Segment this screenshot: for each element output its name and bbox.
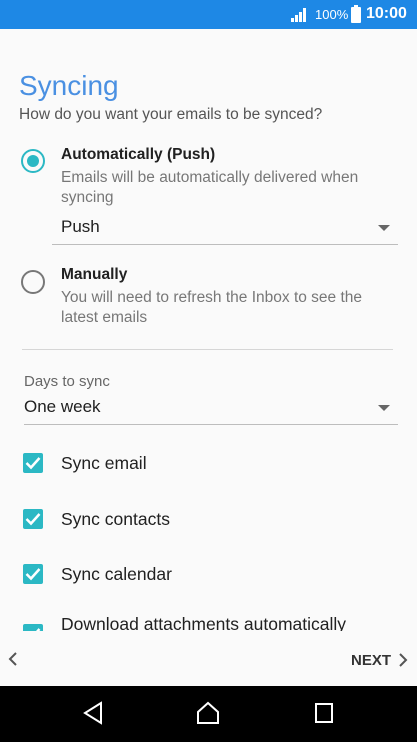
push-option-description: Emails will be automatically delivered w… [61,169,359,206]
days-to-sync-label: Days to sync [24,373,110,390]
battery-icon [351,5,361,23]
sync-contacts-label[interactable]: Sync contacts [61,509,170,530]
home-icon[interactable] [196,701,220,725]
download-attachments-label[interactable]: Download attachments automatically [61,614,346,631]
next-button[interactable]: NEXT [351,650,409,670]
wizard-navigation: NEXT [0,631,417,686]
download-attachments-checkbox[interactable] [23,624,43,631]
system-navigation-bar [0,686,417,742]
back-icon[interactable] [82,701,104,725]
page-subtitle: How do you want your emails to be synced… [19,106,323,123]
push-mode-dropdown[interactable]: Push [52,215,398,245]
push-option-title[interactable]: Automatically (Push) [61,146,215,164]
sync-calendar-checkbox[interactable] [23,564,43,584]
clock: 10:00 [366,5,407,22]
sync-calendar-label[interactable]: Sync calendar [61,564,172,585]
push-radio-button[interactable] [21,149,45,173]
manual-option-title[interactable]: Manually [61,266,127,284]
days-to-sync-value: One week [24,397,101,416]
signal-icon [291,8,306,22]
checkmark-icon [25,568,41,581]
sync-contacts-checkbox[interactable] [23,509,43,529]
checkmark-icon [25,513,41,526]
dropdown-arrow-icon [378,225,390,231]
sync-settings-panel[interactable]: Syncing How do you want your emails to b… [0,29,417,631]
manual-radio-button[interactable] [21,270,45,294]
dropdown-arrow-icon [378,405,390,411]
status-bar: 100% 10:00 [0,0,417,29]
push-mode-value: Push [61,217,100,236]
days-to-sync-dropdown[interactable]: One week [24,395,398,425]
checkmark-icon [25,457,41,470]
sync-email-label[interactable]: Sync email [61,453,147,474]
divider [22,349,393,350]
recent-apps-icon[interactable] [314,701,334,725]
page-title: Syncing [19,70,119,101]
sync-email-checkbox[interactable] [23,453,43,473]
manual-option-description: You will need to refresh the Inbox to se… [61,289,363,326]
battery-percent: 100% [315,7,349,22]
back-chevron-icon[interactable] [7,651,19,667]
next-button-label: NEXT [350,651,391,669]
chevron-right-icon [399,653,408,667]
